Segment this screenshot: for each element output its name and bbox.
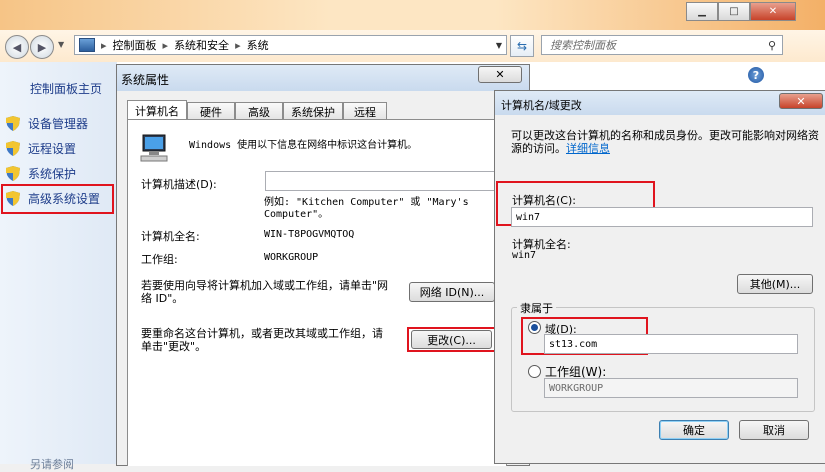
- search-placeholder: 搜索控制面板: [550, 39, 616, 52]
- dialog-title: 系统属性: [121, 73, 170, 87]
- tab-advanced[interactable]: 高级: [235, 102, 283, 120]
- sidebar-item-remote-settings[interactable]: 远程设置: [6, 140, 76, 157]
- refresh-button[interactable]: ⇆: [510, 35, 534, 57]
- domain-radio[interactable]: [528, 321, 541, 334]
- computer-description-input[interactable]: [265, 171, 497, 191]
- history-dropdown-icon[interactable]: ▼: [58, 40, 64, 49]
- tab-hardware[interactable]: 硬件: [187, 102, 235, 120]
- search-icon[interactable]: ⚲: [768, 39, 776, 52]
- ok-button[interactable]: 确定: [659, 420, 729, 440]
- member-of-label: 隶属于: [517, 300, 556, 316]
- sidebar-item-system-protection[interactable]: 系统保护: [6, 165, 76, 182]
- close-icon: ✕: [796, 94, 806, 108]
- tab-computer-name[interactable]: 计算机名: [127, 100, 187, 120]
- cancel-button[interactable]: 取消: [739, 420, 809, 440]
- sidebar-item-label: 系统保护: [28, 167, 77, 181]
- intro-body: 可以更改这台计算机的名称和成员身份。更改可能影响对网络资源的访问。: [511, 129, 819, 155]
- search-input[interactable]: 搜索控制面板 ⚲: [541, 35, 783, 55]
- control-panel-icon: [79, 38, 95, 52]
- dialog-close-button[interactable]: ✕: [779, 93, 823, 109]
- shield-icon: [6, 166, 20, 181]
- forward-button[interactable]: ▶: [30, 35, 54, 59]
- system-properties-dialog: 系统属性 ✕ 计算机名 硬件 高级 系统保护 远程 Windows 使用以下信息…: [116, 64, 530, 466]
- shield-icon: [6, 191, 20, 206]
- breadcrumb-item[interactable]: 控制面板: [113, 37, 157, 53]
- refresh-icon: ⇆: [516, 39, 528, 53]
- computer-name-input[interactable]: win7: [511, 207, 813, 227]
- window-controls: ▁ □ ✕: [686, 2, 796, 21]
- fullname-value: WIN-T8POGVMQTOQ: [264, 229, 355, 240]
- shield-icon: [6, 141, 20, 156]
- minimize-button[interactable]: ▁: [686, 2, 718, 21]
- fullname-value: win7: [512, 250, 537, 261]
- sidebar-item-label: 设备管理器: [28, 117, 89, 131]
- dialog-titlebar: [117, 65, 529, 91]
- details-link[interactable]: 详细信息: [566, 142, 610, 155]
- intro-text: 可以更改这台计算机的名称和成员身份。更改可能影响对网络资源的访问。详细信息: [511, 129, 819, 155]
- wizard-text: 若要使用向导将计算机加入域或工作组，请单击"网络 ID"。: [141, 279, 389, 305]
- dialog-title: 计算机名/域更改: [501, 99, 582, 112]
- computer-name-dialog: 计算机名/域更改 ✕ 可以更改这台计算机的名称和成员身份。更改可能影响对网络资源…: [494, 90, 825, 464]
- help-icon[interactable]: ?: [748, 67, 764, 83]
- dialog-close-button[interactable]: ✕: [478, 66, 522, 83]
- address-bar[interactable]: ▸ 控制面板 ▸ 系统和安全 ▸ 系统 ▼: [74, 35, 507, 55]
- workgroup-label: 工作组:: [141, 253, 178, 266]
- more-button[interactable]: 其他(M)...: [737, 274, 813, 294]
- intro-text: Windows 使用以下信息在网络中标识这台计算机。: [189, 140, 418, 151]
- change-button[interactable]: 更改(C)...: [411, 330, 492, 349]
- close-icon: ✕: [495, 68, 505, 81]
- sidebar-item-device-manager[interactable]: 设备管理器: [6, 115, 88, 132]
- breadcrumb-separator: ▸: [162, 38, 169, 52]
- radio-dot: [531, 324, 538, 331]
- breadcrumb-item[interactable]: 系统: [247, 37, 269, 53]
- back-button[interactable]: ◀: [5, 35, 29, 59]
- example-text: 例如: "Kitchen Computer" 或 "Mary's Compute…: [264, 197, 469, 220]
- tab-system-protection[interactable]: 系统保护: [283, 102, 343, 120]
- computer-icon: [140, 134, 168, 162]
- shield-icon: [6, 116, 20, 131]
- sidebar-item-label: 远程设置: [28, 142, 77, 156]
- rename-text: 要重命名这台计算机，或者更改其域或工作组，请单击"更改"。: [141, 327, 383, 353]
- breadcrumb-separator: ▸: [101, 38, 107, 52]
- forward-arrow-icon: ▶: [37, 40, 47, 54]
- breadcrumb-separator: ▸: [235, 38, 241, 52]
- back-arrow-icon: ◀: [12, 40, 22, 54]
- sidebar-item-advanced-settings[interactable]: 高级系统设置: [6, 190, 100, 207]
- network-id-button[interactable]: 网络 ID(N)...: [409, 282, 495, 302]
- workgroup-input: WORKGROUP: [544, 378, 798, 398]
- computer-name-label: 计算机名(C):: [512, 194, 576, 207]
- fullname-label: 计算机全名:: [141, 230, 200, 243]
- desc-label: 计算机描述(D):: [141, 178, 217, 191]
- close-button[interactable]: ✕: [750, 2, 796, 21]
- sidebar-home-link[interactable]: 控制面板主页: [30, 80, 102, 97]
- workgroup-radio[interactable]: [528, 365, 541, 378]
- breadcrumb-item[interactable]: 系统和安全: [174, 37, 229, 53]
- sidebar-item-label: 高级系统设置: [28, 192, 101, 206]
- maximize-button[interactable]: □: [718, 2, 750, 21]
- workgroup-value: WORKGROUP: [264, 252, 319, 263]
- see-also-label: 另请参阅: [30, 458, 74, 471]
- tab-remote[interactable]: 远程: [343, 102, 387, 120]
- address-dropdown-icon[interactable]: ▼: [496, 41, 502, 50]
- domain-input[interactable]: st13.com: [544, 334, 798, 354]
